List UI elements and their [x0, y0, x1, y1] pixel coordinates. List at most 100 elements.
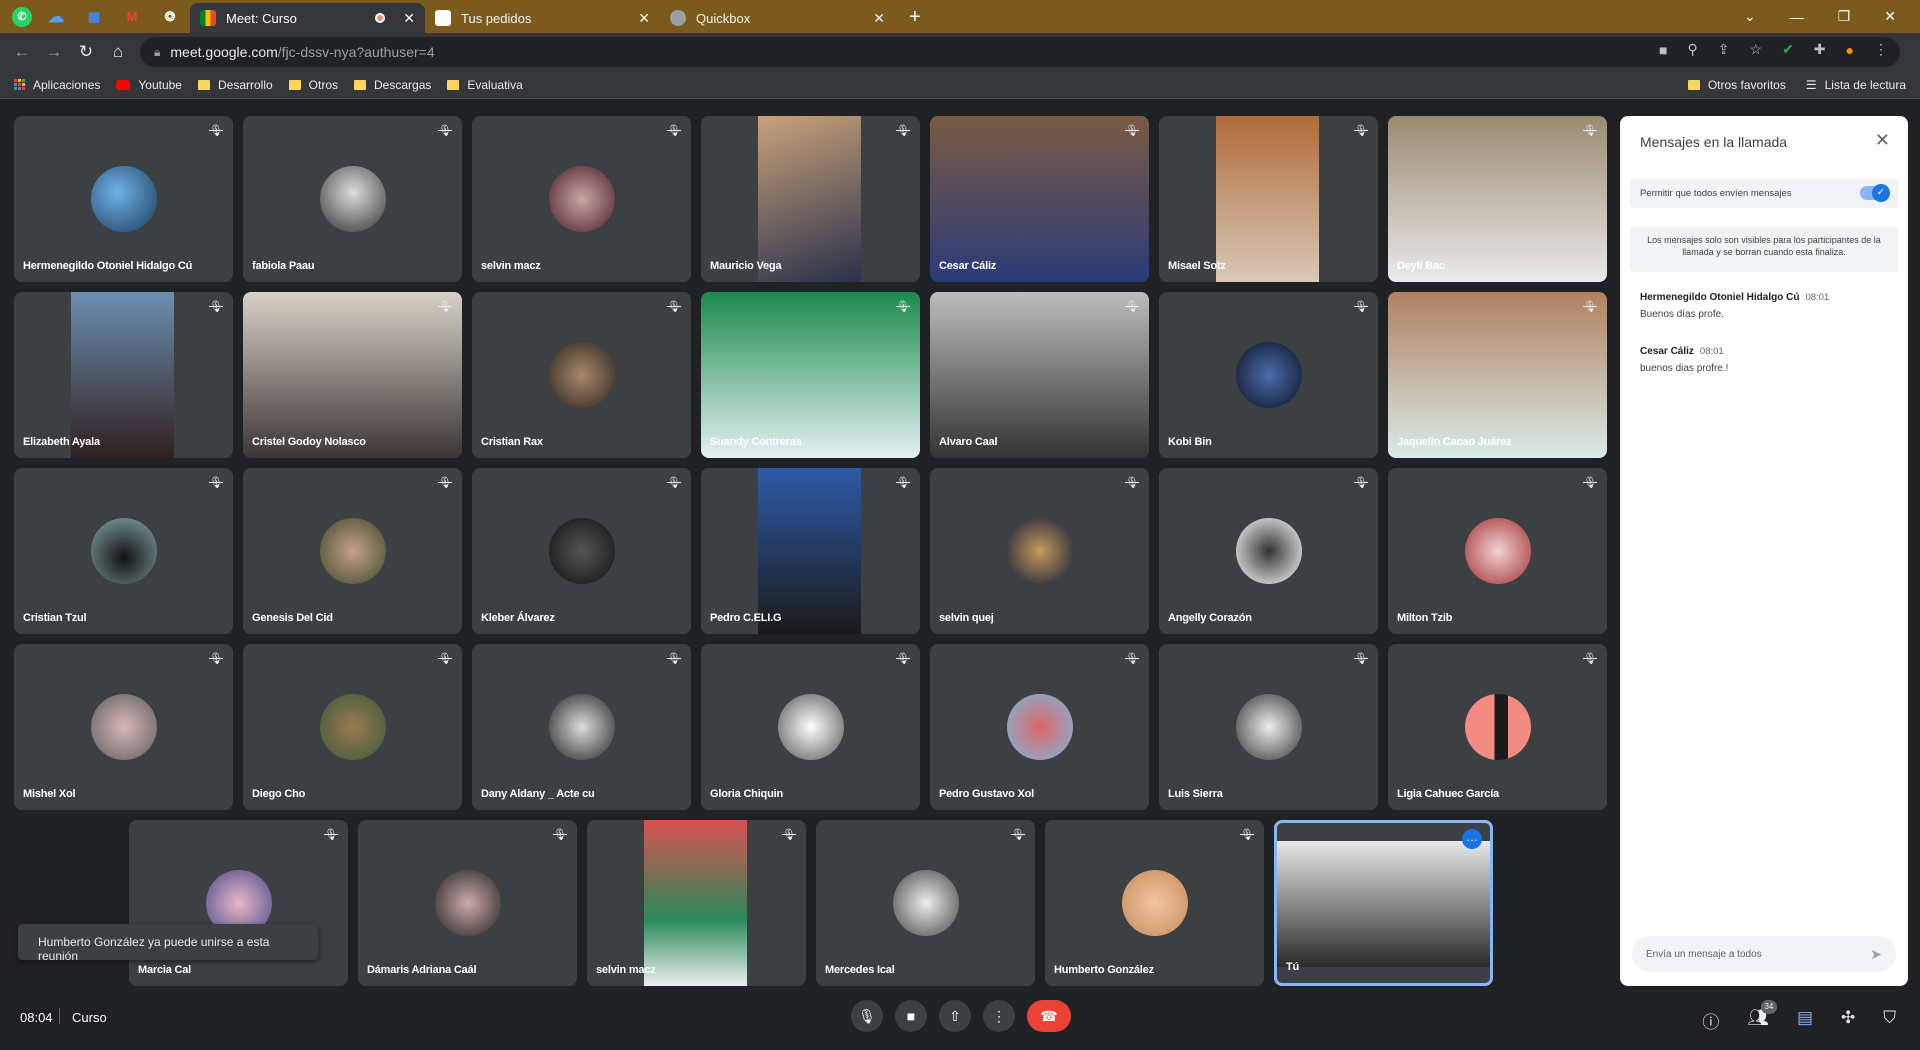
participant-tile[interactable]: 🎙︎ fabiola Paau: [243, 116, 462, 282]
mic-muted-icon: 🎙︎: [896, 477, 910, 489]
folder-icon: [288, 79, 301, 90]
participant-tile[interactable]: 🎙︎ Suandy Contreras: [701, 292, 920, 458]
participant-tile[interactable]: 🎙︎ Marcia Cal: [129, 820, 348, 986]
bookmark-youtube[interactable]: Youtube: [116, 78, 182, 92]
forward-icon[interactable]: →: [38, 42, 70, 62]
url-host: meet.google.com: [170, 44, 278, 60]
meeting-details-icon[interactable]: ⓘ: [1702, 1008, 1719, 1033]
participant-tile[interactable]: 🎙︎ Mishel Xol: [14, 644, 233, 810]
bookmark-star-icon[interactable]: ☆: [1750, 41, 1763, 58]
close-window-icon[interactable]: ✕: [1884, 8, 1896, 25]
participant-tile[interactable]: 🎙︎ Milton Tzib: [1388, 468, 1607, 634]
meeting-side-controls: ⓘ 👥︎ 34 ▤ ✣ ⛉: [1702, 1000, 1896, 1033]
participant-tile[interactable]: 🎙︎ Gloria Chiquin: [701, 644, 920, 810]
reading-list-button[interactable]: ☰ Lista de lectura: [1806, 78, 1906, 92]
bookmark-evaluativa[interactable]: Evaluativa: [447, 78, 523, 92]
participant-tile[interactable]: 🎙︎ Deyli Bac: [1388, 116, 1607, 282]
microphone-toggle-button[interactable]: 🎙︎: [851, 1000, 883, 1032]
participant-tile[interactable]: 🎙︎ Elizabeth Ayala: [14, 292, 233, 458]
bookmark-otros-favoritos[interactable]: Otros favoritos: [1687, 78, 1786, 92]
extension-check-icon[interactable]: ✔: [1782, 41, 1794, 58]
participant-tile[interactable]: 🎙︎ Cesar Cáliz: [930, 116, 1149, 282]
participant-tile[interactable]: 🎙︎ selvin macz: [587, 820, 806, 986]
quickbox-favicon-icon: [670, 10, 686, 26]
gmail-icon[interactable]: M: [118, 5, 146, 29]
close-tab-icon[interactable]: ✕: [403, 10, 415, 27]
close-chat-icon[interactable]: ✕: [1875, 130, 1890, 151]
tab-search-icon[interactable]: ⌄: [1744, 8, 1756, 25]
whatsapp-icon[interactable]: ✆: [12, 6, 32, 27]
participant-name: Deyli Bac: [1397, 260, 1445, 272]
participant-tile[interactable]: 🎙︎ Pedro Gustavo Xol: [930, 644, 1149, 810]
onedrive-icon[interactable]: ☁: [42, 5, 70, 29]
calendar-icon[interactable]: ▦: [80, 5, 108, 29]
bookmark-descargas[interactable]: Descargas: [354, 78, 431, 92]
participant-tile[interactable]: 🎙︎ Mauricio Vega: [701, 116, 920, 282]
chat-button[interactable]: ▤: [1797, 1008, 1813, 1033]
host-controls-icon[interactable]: ⛉: [1883, 1008, 1896, 1033]
participant-tile[interactable]: 🎙︎ Dany Aldany _ Acte cu: [472, 644, 691, 810]
zoom-icon[interactable]: ⚲: [1688, 41, 1698, 58]
participant-tile[interactable]: 🎙︎ Genesis Del Cid: [243, 468, 462, 634]
tab-quickbox[interactable]: Quickbox ✕: [660, 3, 895, 33]
self-options-icon[interactable]: …: [1462, 829, 1482, 849]
profile-avatar[interactable]: ●: [1846, 42, 1854, 58]
activities-icon[interactable]: ✣: [1841, 1008, 1855, 1033]
camera-toggle-button[interactable]: ■: [895, 1000, 927, 1032]
restore-icon[interactable]: ❐: [1838, 8, 1851, 25]
chat-message-input[interactable]: Envía un mensaje a todos ➤: [1632, 936, 1896, 972]
browser-menu-icon[interactable]: ⋮: [1874, 41, 1888, 58]
participant-tile[interactable]: 🎙︎ Cristian Rax: [472, 292, 691, 458]
tab-tus-pedidos[interactable]: Tus pedidos ✕: [425, 3, 660, 33]
share-icon[interactable]: ⇪: [1718, 41, 1730, 58]
participant-tile[interactable]: 🎙︎ Ligia Cahuec García: [1388, 644, 1607, 810]
bookmark-desarrollo[interactable]: Desarrollo: [197, 78, 273, 92]
camera-in-use-icon[interactable]: ■: [1659, 42, 1667, 58]
present-screen-button[interactable]: ⇧: [939, 1000, 971, 1032]
participant-tile[interactable]: 🎙︎ Humberto González: [1045, 820, 1264, 986]
extensions-puzzle-icon[interactable]: ✚: [1814, 41, 1826, 58]
mic-muted-icon: 🎙︎: [1354, 653, 1368, 665]
tab-meet-curso[interactable]: Meet: Curso ✕: [190, 3, 425, 33]
participant-name: Dany Aldany _ Acte cu: [481, 788, 595, 800]
participant-tile[interactable]: 🎙︎ Kleber Álvarez: [472, 468, 691, 634]
close-tab-icon[interactable]: ✕: [873, 10, 885, 27]
participant-tile[interactable]: 🎙︎ selvin macz: [472, 116, 691, 282]
participant-tile[interactable]: 🎙︎ selvin quej: [930, 468, 1149, 634]
mic-muted-icon: 🎙︎: [209, 301, 223, 313]
participant-tile[interactable]: 🎙︎ Kobi Bin: [1159, 292, 1378, 458]
participant-tile[interactable]: 🎙︎ Cristian Tzul: [14, 468, 233, 634]
participant-tile[interactable]: 🎙︎ Alvaro Caal: [930, 292, 1149, 458]
avatar: [1006, 518, 1073, 584]
participant-tile[interactable]: 🎙︎ Cristel Godoy Nolasco: [243, 292, 462, 458]
allow-messages-toggle[interactable]: ✓: [1860, 184, 1890, 202]
address-bar[interactable]: 🔒︎ meet.google.com /fjc-dssv-nya?authuse…: [140, 37, 1900, 67]
participant-tile[interactable]: 🎙︎ Diego Cho: [243, 644, 462, 810]
minimize-icon[interactable]: —: [1790, 9, 1804, 25]
divider: [59, 1008, 60, 1024]
mic-muted-icon: 🎙︎: [667, 125, 681, 137]
participant-tile[interactable]: 🎙︎ Hermenegildo Otoniel Hidalgo Cú: [14, 116, 233, 282]
bookmark-otros[interactable]: Otros: [288, 78, 338, 92]
participant-tile[interactable]: 🎙︎ Jaquelin Cacao Juárez: [1388, 292, 1607, 458]
send-icon[interactable]: ➤: [1870, 946, 1882, 963]
home-icon[interactable]: ⌂: [102, 42, 134, 62]
video-feed: [758, 468, 861, 634]
participant-tile[interactable]: 🎙︎ Pedro C.ELI.G: [701, 468, 920, 634]
participant-tile[interactable]: 🎙︎ Luis Sierra: [1159, 644, 1378, 810]
back-icon[interactable]: ←: [6, 42, 38, 62]
end-call-button[interactable]: ☎: [1027, 1000, 1071, 1032]
reload-icon[interactable]: ↻: [70, 42, 102, 62]
new-tab-button[interactable]: +: [909, 6, 921, 29]
bookmarks-bar: Aplicaciones Youtube Desarrollo Otros De…: [0, 71, 1920, 99]
close-tab-icon[interactable]: ✕: [638, 10, 650, 27]
participants-button[interactable]: 👥︎ 34: [1747, 1000, 1777, 1033]
extension-tab-icon[interactable]: ❂: [156, 5, 184, 29]
participant-tile[interactable]: 🎙︎ Dámaris Adriana Caál: [358, 820, 577, 986]
self-tile[interactable]: … Tú: [1274, 820, 1493, 986]
more-options-button[interactable]: ⋮: [983, 1000, 1015, 1032]
participant-tile[interactable]: 🎙︎ Misael Sotz: [1159, 116, 1378, 282]
participant-tile[interactable]: 🎙︎ Angelly Corazón: [1159, 468, 1378, 634]
participant-tile[interactable]: 🎙︎ Mercedes Ical: [816, 820, 1035, 986]
bookmark-aplicaciones[interactable]: Aplicaciones: [14, 78, 100, 92]
